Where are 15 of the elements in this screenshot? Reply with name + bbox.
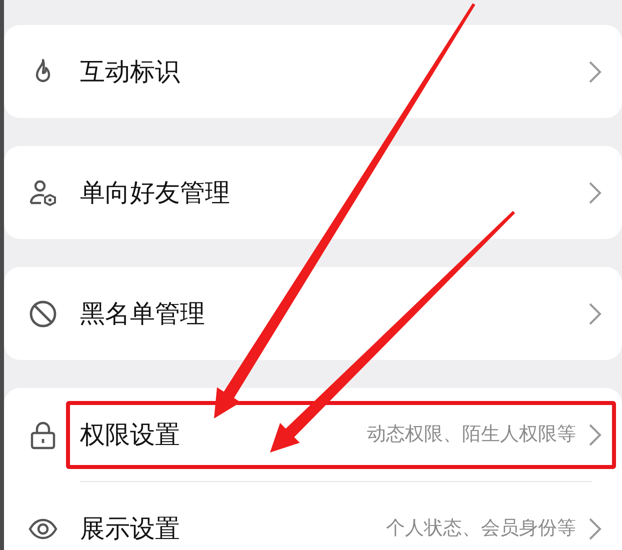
chevron-right-icon	[588, 180, 602, 204]
setting-hint: 动态权限、陌生人权限等	[367, 422, 576, 448]
chevron-right-icon	[588, 302, 602, 326]
user-shield-icon	[28, 178, 58, 208]
chevron-right-icon	[588, 60, 602, 84]
setting-label[interactable]: 单向好友管理	[80, 174, 230, 212]
chevron-right-icon	[588, 516, 602, 540]
setting-hint: 个人状态、会员身份等	[386, 516, 576, 542]
setting-label[interactable]: 互动标识	[80, 52, 180, 90]
block-icon	[28, 298, 58, 328]
lock-icon	[28, 420, 58, 450]
setting-label[interactable]: 展示设置	[80, 510, 180, 548]
setting-label[interactable]: 权限设置	[80, 416, 180, 454]
setting-label[interactable]: 黑名单管理	[80, 294, 205, 332]
chevron-right-icon	[588, 422, 602, 446]
